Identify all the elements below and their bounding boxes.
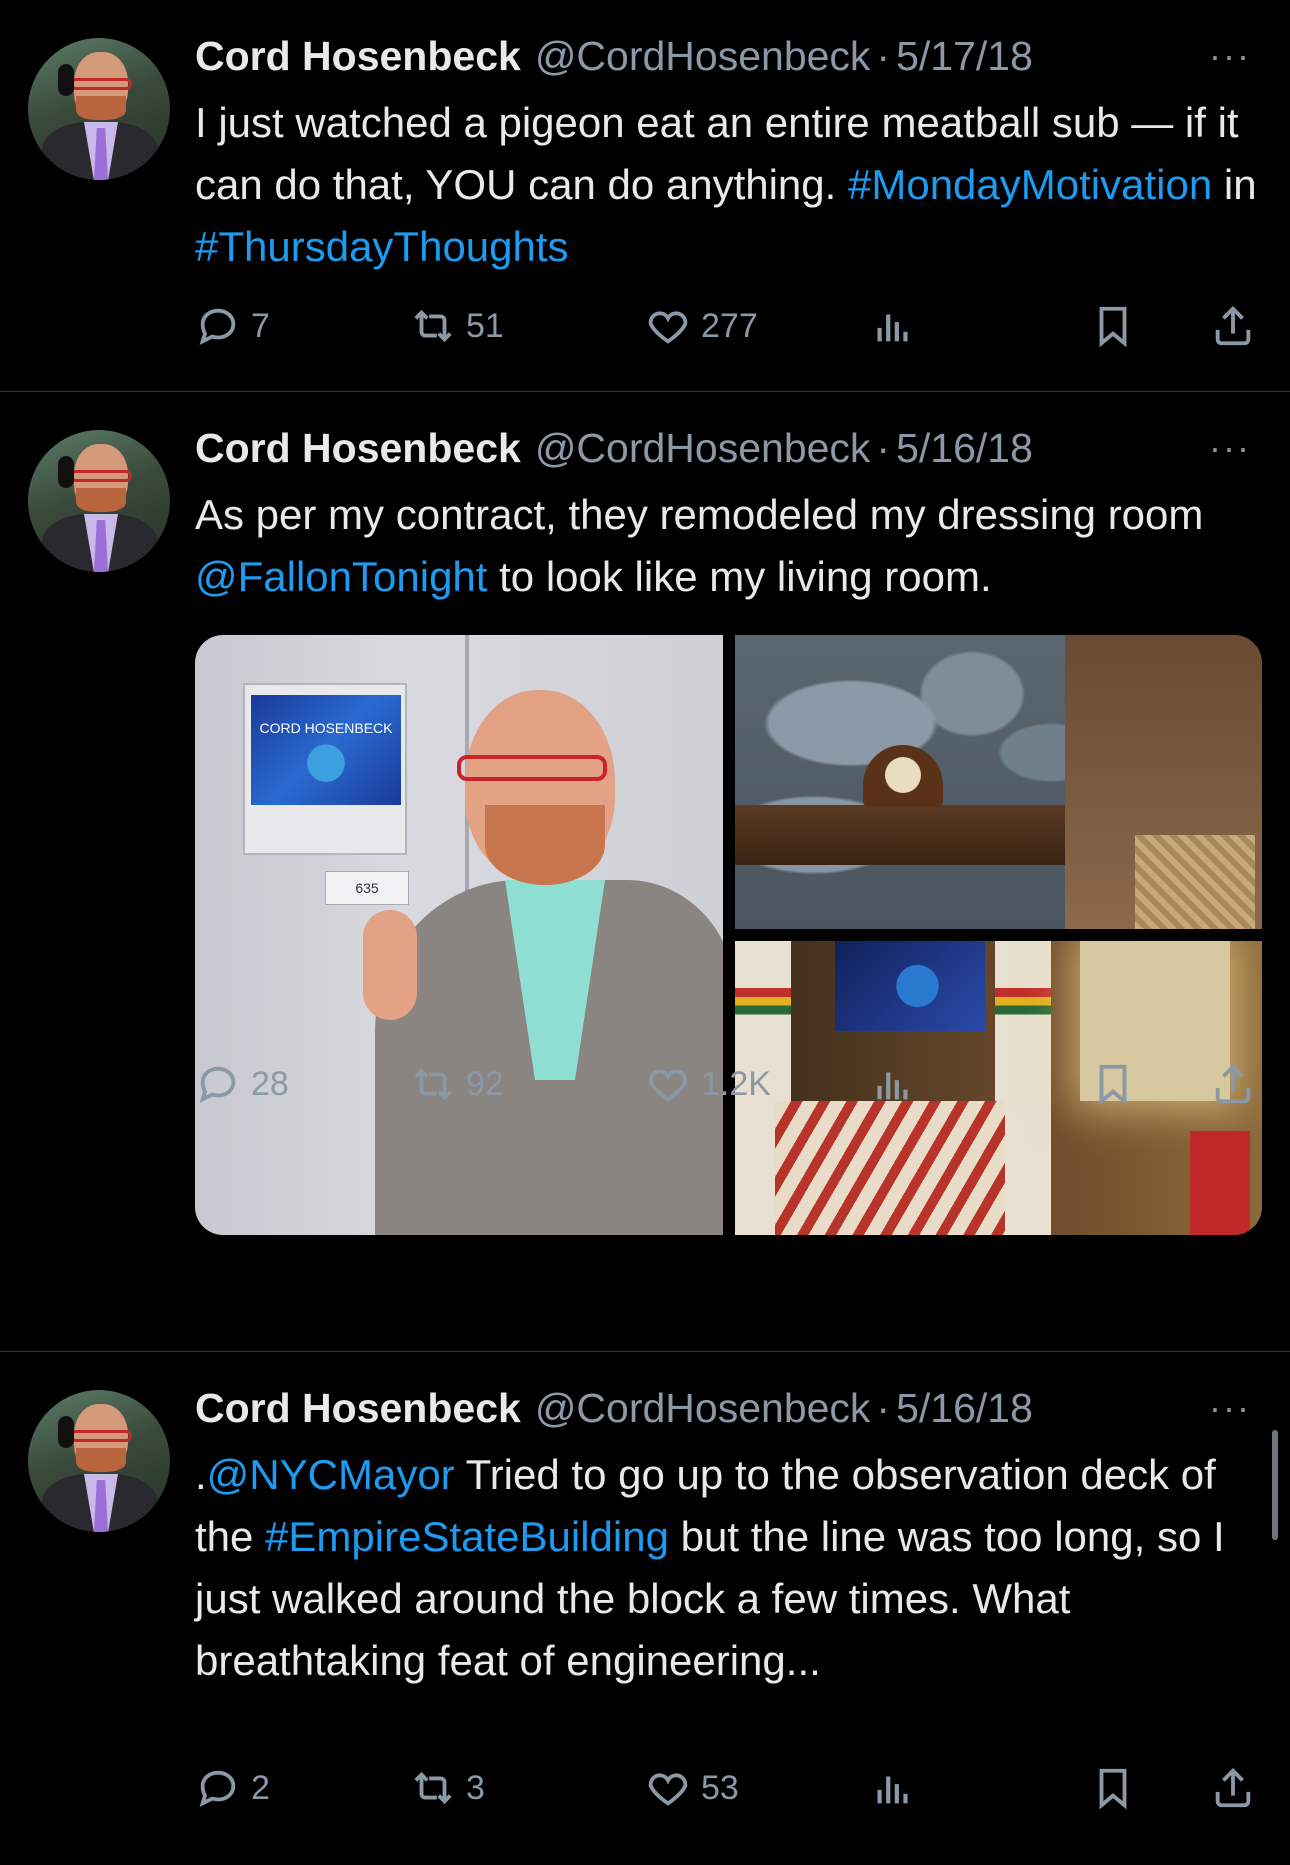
avatar[interactable] bbox=[28, 38, 170, 180]
tweet[interactable]: Cord Hosenbeck @CordHosenbeck · 5/16/18 … bbox=[0, 1352, 1290, 1865]
hashtag-link[interactable]: #EmpireStateBuilding bbox=[265, 1513, 669, 1560]
room-number: 635 bbox=[325, 871, 409, 905]
action-bar: 2 3 53 bbox=[195, 1758, 1265, 1818]
author-handle[interactable]: @CordHosenbeck bbox=[535, 1385, 871, 1432]
reply-count: 28 bbox=[251, 1064, 289, 1103]
like-button[interactable]: 1.2K bbox=[645, 1054, 771, 1114]
retweet-icon bbox=[414, 1771, 452, 1805]
tweet-text: As per my contract, they remodeled my dr… bbox=[195, 484, 1265, 608]
retweet-button[interactable]: 3 bbox=[410, 1758, 485, 1818]
reply-icon bbox=[199, 1066, 236, 1104]
bookmark-icon bbox=[1099, 1064, 1127, 1106]
author-name[interactable]: Cord Hosenbeck bbox=[195, 1385, 521, 1432]
retweet-icon bbox=[414, 1067, 452, 1101]
more-options-icon[interactable]: ··· bbox=[1200, 427, 1260, 468]
reply-count: 7 bbox=[251, 306, 270, 345]
tweet-text: I just watched a pigeon eat an entire me… bbox=[195, 92, 1265, 278]
bookmark-button[interactable] bbox=[1090, 1054, 1146, 1114]
tweet-header: Cord Hosenbeck @CordHosenbeck · 5/16/18 bbox=[195, 1380, 1033, 1436]
avatar[interactable] bbox=[28, 1390, 170, 1532]
like-count: 1.2K bbox=[701, 1064, 771, 1103]
photo-door[interactable]: CORD HOSENBECK 635 bbox=[195, 635, 723, 1235]
author-name[interactable]: Cord Hosenbeck bbox=[195, 425, 521, 472]
tweet[interactable]: Cord Hosenbeck @CordHosenbeck · 5/16/18 … bbox=[0, 392, 1290, 1352]
share-button[interactable] bbox=[1210, 1758, 1266, 1818]
share-button[interactable] bbox=[1210, 1054, 1266, 1114]
reply-button[interactable]: 7 bbox=[195, 296, 270, 356]
heart-icon bbox=[648, 1069, 688, 1102]
separator-dot: · bbox=[876, 424, 891, 471]
photo-fireplace[interactable] bbox=[735, 635, 1262, 929]
door-label: CORD HOSENBECK bbox=[259, 720, 393, 736]
action-bar: 7 51 277 bbox=[195, 296, 1265, 356]
retweet-count: 51 bbox=[466, 306, 504, 345]
like-button[interactable]: 53 bbox=[645, 1758, 739, 1818]
author-name[interactable]: Cord Hosenbeck bbox=[195, 33, 521, 80]
avatar[interactable] bbox=[28, 430, 170, 572]
reply-icon bbox=[199, 308, 236, 346]
tweet-text: .@NYCMayor Tried to go up to the observa… bbox=[195, 1444, 1265, 1692]
text-segment: in bbox=[1212, 161, 1257, 208]
author-handle[interactable]: @CordHosenbeck bbox=[535, 425, 871, 472]
reply-button[interactable]: 2 bbox=[195, 1758, 270, 1818]
media-grid: CORD HOSENBECK 635 bbox=[195, 635, 1262, 1235]
reply-count: 2 bbox=[251, 1768, 270, 1807]
author-handle[interactable]: @CordHosenbeck bbox=[535, 33, 871, 80]
retweet-count: 92 bbox=[466, 1064, 504, 1103]
separator-dot: · bbox=[876, 32, 891, 79]
retweet-button[interactable]: 51 bbox=[410, 296, 504, 356]
reply-icon bbox=[199, 1770, 236, 1808]
heart-icon bbox=[648, 1773, 688, 1806]
action-bar: 28 92 1.2K bbox=[195, 1054, 1265, 1114]
tweet-header: Cord Hosenbeck @CordHosenbeck · 5/17/18 bbox=[195, 28, 1033, 84]
hashtag-link[interactable]: #MondayMotivation bbox=[848, 161, 1212, 208]
views-button[interactable] bbox=[870, 1054, 926, 1114]
mention-link[interactable]: @NYCMayor bbox=[207, 1451, 455, 1498]
text-segment: . bbox=[195, 1451, 207, 1498]
like-count: 53 bbox=[701, 1768, 739, 1807]
views-icon bbox=[877, 1072, 908, 1100]
scrollbar[interactable] bbox=[1272, 1430, 1278, 1540]
retweet-button[interactable]: 92 bbox=[410, 1054, 504, 1114]
bookmark-button[interactable] bbox=[1090, 1758, 1146, 1818]
reply-button[interactable]: 28 bbox=[195, 1054, 289, 1114]
bookmark-icon bbox=[1099, 1768, 1127, 1810]
separator-dot: · bbox=[876, 1384, 891, 1431]
text-segment: to look like my living room. bbox=[487, 553, 992, 600]
share-icon bbox=[1215, 1768, 1251, 1808]
tweet-date[interactable]: 5/16/18 bbox=[896, 1385, 1033, 1432]
like-count: 277 bbox=[701, 306, 758, 345]
tweet[interactable]: Cord Hosenbeck @CordHosenbeck · 5/17/18 … bbox=[0, 0, 1290, 392]
share-icon bbox=[1215, 1064, 1251, 1104]
mention-link[interactable]: @FallonTonight bbox=[195, 553, 487, 600]
more-options-icon[interactable]: ··· bbox=[1200, 35, 1260, 76]
views-icon bbox=[877, 314, 908, 342]
share-button[interactable] bbox=[1210, 296, 1266, 356]
bookmark-icon bbox=[1099, 306, 1127, 348]
views-button[interactable] bbox=[870, 296, 926, 356]
tweet-date[interactable]: 5/16/18 bbox=[896, 425, 1033, 472]
tweet-header: Cord Hosenbeck @CordHosenbeck · 5/16/18 bbox=[195, 420, 1033, 476]
tweet-date[interactable]: 5/17/18 bbox=[896, 33, 1033, 80]
views-icon bbox=[877, 1776, 908, 1804]
retweet-icon bbox=[414, 309, 452, 343]
timeline: Cord Hosenbeck @CordHosenbeck · 5/17/18 … bbox=[0, 0, 1290, 1865]
bookmark-button[interactable] bbox=[1090, 296, 1146, 356]
text-segment: As per my contract, they remodeled my dr… bbox=[195, 491, 1204, 538]
hashtag-link[interactable]: #ThursdayThoughts bbox=[195, 223, 569, 270]
share-icon bbox=[1215, 306, 1251, 346]
like-button[interactable]: 277 bbox=[645, 296, 758, 356]
views-button[interactable] bbox=[870, 1758, 926, 1818]
more-options-icon[interactable]: ··· bbox=[1200, 1387, 1260, 1428]
heart-icon bbox=[648, 311, 688, 344]
retweet-count: 3 bbox=[466, 1768, 485, 1807]
